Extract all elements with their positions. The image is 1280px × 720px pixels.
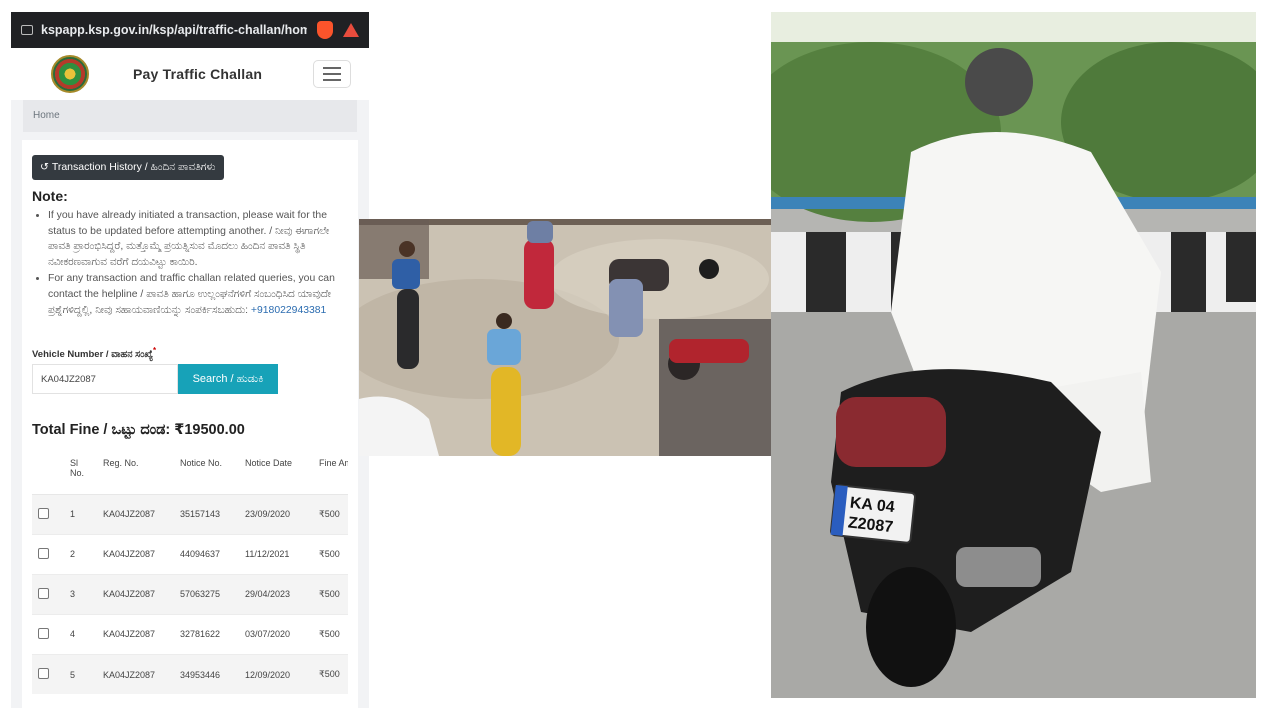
row-checkbox[interactable] <box>32 613 64 655</box>
challan-table: Sl No. Reg. No. Notice No. Notice Date F… <box>32 450 348 695</box>
table-row: 5 KA04JZ2087 34953446 12/09/2020 ₹500 <box>32 653 348 695</box>
table-header-select <box>32 450 64 495</box>
cell-reg: KA04JZ2087 <box>97 493 174 535</box>
vehicle-number-label-text: Vehicle Number / ವಾಹನ ಸಂಖ್ಯೆ <box>32 349 154 361</box>
table-header-reg: Reg. No. <box>97 450 174 495</box>
cell-sl: 4 <box>64 613 97 655</box>
table-row: 3 KA04JZ2087 57063275 29/04/2023 ₹500 <box>32 573 348 615</box>
challan-table-container[interactable]: Sl No. Reg. No. Notice No. Notice Date F… <box>32 450 348 695</box>
menu-icon[interactable] <box>313 60 351 88</box>
cell-notice-no: 44094637 <box>174 533 239 575</box>
table-row: 1 KA04JZ2087 35157143 23/09/2020 ₹500 <box>32 493 348 535</box>
table-header-notice-date: Notice Date <box>239 450 313 495</box>
cell-reg: KA04JZ2087 <box>97 573 174 615</box>
cell-fine: ₹500 <box>313 493 348 535</box>
cell-reg: KA04JZ2087 <box>97 653 174 695</box>
cell-notice-date: 11/12/2021 <box>239 533 313 575</box>
cell-fine: ₹500 <box>313 653 348 695</box>
cell-reg: KA04JZ2087 <box>97 613 174 655</box>
row-checkbox[interactable] <box>32 533 64 575</box>
row-checkbox[interactable] <box>32 493 64 535</box>
helpline-number[interactable]: +918022943381 <box>251 305 326 316</box>
transaction-history-button[interactable]: ↺ Transaction History / ಹಿಂದಿನ ಪಾವತಿಗಳು <box>32 155 224 180</box>
cell-notice-no: 35157143 <box>174 493 239 535</box>
cell-sl: 5 <box>64 653 97 695</box>
cell-fine: ₹500 <box>313 613 348 655</box>
cell-reg: KA04JZ2087 <box>97 533 174 575</box>
cell-fine: ₹500 <box>313 533 348 575</box>
table-row: 2 KA04JZ2087 44094637 11/12/2021 ₹500 <box>32 533 348 575</box>
cell-notice-no: 57063275 <box>174 573 239 615</box>
app-header: Pay Traffic Challan <box>11 48 369 100</box>
phone-screenshot: kspapp.ksp.gov.in/ksp/api/traffic-challa… <box>11 12 369 708</box>
required-mark: * <box>153 346 157 356</box>
search-button[interactable]: Search / ಹುಡುಕಿ <box>178 364 278 395</box>
note-item: For any transaction and traffic challan … <box>48 271 348 318</box>
cell-fine: ₹500 <box>313 573 348 615</box>
note-item: If you have already initiated a transact… <box>48 208 348 270</box>
brave-shield-icon[interactable] <box>317 21 333 39</box>
history-button-label: Transaction History / ಹಿಂದಿನ ಪಾವತಿಗಳು <box>51 161 216 173</box>
search-row: Search / ಹುಡುಕಿ <box>32 364 348 395</box>
vehicle-number-input[interactable] <box>32 364 178 395</box>
page-title: Pay Traffic Challan <box>133 66 263 82</box>
breadcrumb[interactable]: Home <box>23 100 357 132</box>
history-icon: ↺ <box>40 161 49 173</box>
table-header-row: Sl No. Reg. No. Notice No. Notice Date F… <box>32 450 348 495</box>
vehicle-number-label: Vehicle Number / ವಾಹನ ಸಂಖ್ಯೆ* <box>32 346 348 360</box>
cell-notice-date: 23/09/2020 <box>239 493 313 535</box>
row-checkbox[interactable] <box>32 573 64 615</box>
ksp-logo <box>51 55 89 93</box>
scooter-rider-illustration: KA 04 Z2087 <box>771 12 1256 698</box>
table-header-notice-no: Notice No. <box>174 450 239 495</box>
table-header-sl: Sl No. <box>64 450 97 495</box>
brave-rewards-icon[interactable] <box>343 23 359 37</box>
cell-sl: 1 <box>64 493 97 535</box>
traffic-scene-photo <box>359 219 771 456</box>
challan-card: ↺ Transaction History / ಹಿಂದಿನ ಪಾವತಿಗಳು N… <box>22 140 358 708</box>
scooter-rider-photo: KA 04 Z2087 <box>771 12 1256 698</box>
row-checkbox[interactable] <box>32 653 64 695</box>
total-fine: Total Fine / ಒಟ್ಟು ದಂಡ: ₹19500.00 <box>32 422 245 439</box>
table-row: 4 KA04JZ2087 32781622 03/07/2020 ₹500 <box>32 613 348 655</box>
cell-notice-date: 03/07/2020 <box>239 613 313 655</box>
cell-notice-date: 29/04/2023 <box>239 573 313 615</box>
note-list: If you have already initiated a transact… <box>48 208 348 318</box>
note-title: Note: <box>32 188 68 204</box>
table-header-fine: Fine Amou <box>313 450 348 495</box>
cell-sl: 2 <box>64 533 97 575</box>
cell-notice-no: 32781622 <box>174 613 239 655</box>
browser-address-bar[interactable]: kspapp.ksp.gov.in/ksp/api/traffic-challa… <box>11 12 369 48</box>
cell-sl: 3 <box>64 573 97 615</box>
url-text[interactable]: kspapp.ksp.gov.in/ksp/api/traffic-challa… <box>41 23 307 37</box>
site-settings-icon[interactable] <box>21 25 33 35</box>
cell-notice-no: 34953446 <box>174 653 239 695</box>
traffic-scene-illustration <box>359 219 771 456</box>
cell-notice-date: 12/09/2020 <box>239 653 313 695</box>
